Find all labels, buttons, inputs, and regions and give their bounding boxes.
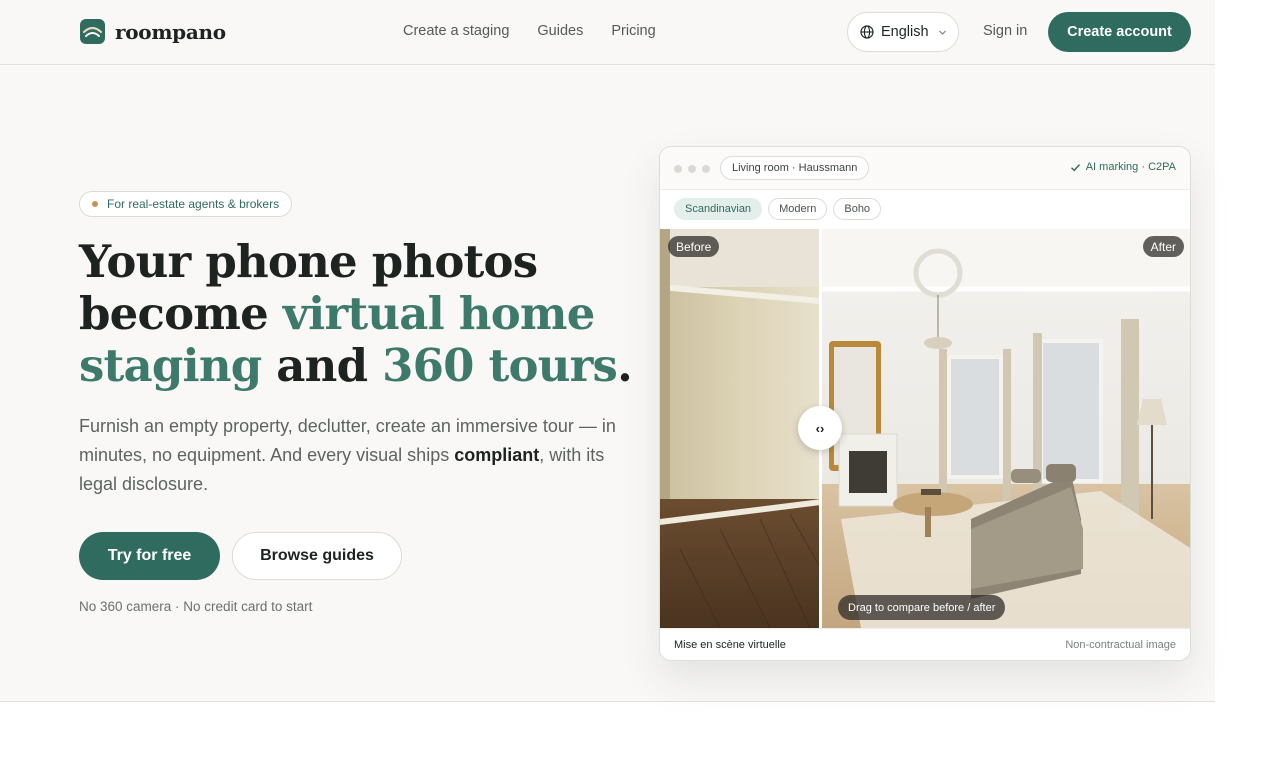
style-selector: Scandinavian Modern Boho — [674, 198, 882, 220]
cta-note: No 360 camera · No credit card to start — [79, 599, 313, 614]
subtext-bold: compliant — [454, 445, 540, 465]
after-image — [821, 229, 1190, 628]
staging-preview-card: Living room · Haussmann AI marking · C2P… — [659, 146, 1191, 661]
badge-dot-icon — [92, 201, 98, 207]
check-icon — [1070, 163, 1080, 171]
browse-guides-button[interactable]: Browse guides — [232, 532, 402, 580]
disclaimer: Non-contractual image — [1065, 639, 1176, 651]
ai-marking-label: AI marking · C2PA — [1085, 161, 1176, 173]
logo-mark-icon — [80, 19, 105, 44]
ai-marking: AI marking · C2PA — [1070, 161, 1176, 173]
section-divider — [0, 701, 1215, 702]
nav-create-staging[interactable]: Create a staging — [403, 23, 509, 39]
before-image — [660, 229, 822, 628]
style-chip-scandinavian[interactable]: Scandinavian — [674, 198, 763, 220]
style-chip-modern[interactable]: Modern — [768, 198, 828, 220]
hero-subtext: Furnish an empty property, declutter, cr… — [79, 412, 624, 499]
globe-icon — [860, 25, 874, 39]
card-toolbar: Living room · Haussmann AI marking · C2P… — [660, 147, 1190, 190]
staging-caption: Mise en scène virtuelle — [674, 639, 786, 651]
room-label: Living room · Haussmann — [720, 156, 870, 180]
headline-part-3: . — [617, 339, 633, 392]
headline-accent-2: 360 tours — [382, 339, 618, 392]
nav-pricing[interactable]: Pricing — [611, 23, 655, 39]
signin-link[interactable]: Sign in — [983, 23, 1027, 39]
comparison-handle-icon[interactable]: ‹› — [798, 406, 842, 450]
try-for-free-button[interactable]: Try for free — [79, 532, 220, 580]
site-header: roompano Create a staging Guides Pricing… — [0, 0, 1215, 65]
chevron-down-icon — [938, 30, 946, 35]
window-dots-icon — [674, 165, 710, 173]
before-after-comparison[interactable]: ‹› Before After Drag to compare before /… — [660, 229, 1190, 628]
card-footer: Mise en scène virtuelle Non-contractual … — [660, 628, 1190, 660]
style-chip-boho[interactable]: Boho — [833, 198, 882, 220]
logo-text: roompano — [115, 19, 226, 44]
language-selector[interactable]: English — [847, 12, 959, 52]
headline-part-2: and — [261, 339, 383, 392]
language-label: English — [881, 24, 929, 40]
drag-hint: Drag to compare before / after — [838, 595, 1006, 620]
hero-headline: Your phone photos become virtual home st… — [79, 236, 639, 392]
after-label: After — [1142, 236, 1184, 257]
badge-label: For real-estate agents & brokers — [107, 197, 280, 211]
main-nav: Create a staging Guides Pricing — [403, 23, 656, 39]
before-label: Before — [668, 236, 720, 257]
logo[interactable]: roompano — [80, 19, 226, 44]
nav-guides[interactable]: Guides — [537, 23, 583, 39]
create-account-button[interactable]: Create account — [1048, 12, 1191, 52]
audience-badge: For real-estate agents & brokers — [79, 191, 293, 217]
